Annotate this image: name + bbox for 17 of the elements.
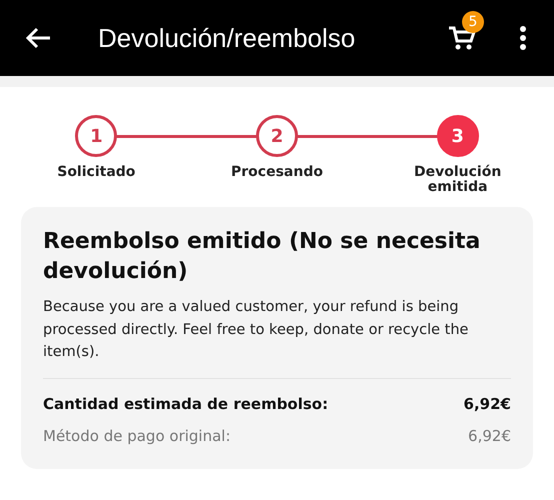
cart-icon[interactable]: [448, 25, 476, 51]
row-label: Método de pago original:: [43, 426, 231, 445]
step-label: Procesando: [230, 165, 324, 180]
step-label: Devolución emitida: [413, 165, 502, 194]
page-title: Devolución/reembolso: [98, 22, 356, 54]
step-number: 2: [256, 115, 298, 157]
row-amount: 6,92€: [468, 426, 511, 445]
row-amount: 6,92€: [464, 394, 511, 413]
step-number: 1: [75, 115, 118, 157]
back-arrow-icon[interactable]: [26, 27, 52, 49]
cart-count-badge: 5: [462, 11, 484, 33]
row-label: Cantidad estimada de reembolso:: [43, 394, 328, 413]
step-label: Solicitado: [56, 165, 136, 180]
refund-title: Reembolso emitido (No se necesita devolución): [43, 228, 482, 286]
step-number: 3: [436, 115, 479, 157]
refund-message: Because you are a valued customer, your refund is being processed directly. Feel free to keep, donate or recycle the item(s).: [43, 298, 470, 362]
more-options-icon[interactable]: [520, 26, 526, 50]
